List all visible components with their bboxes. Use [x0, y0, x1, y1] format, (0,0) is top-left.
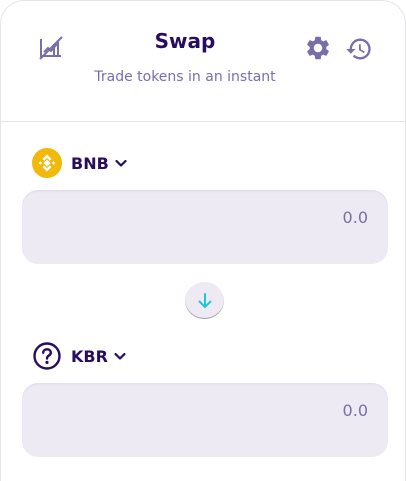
- arrow-down-icon: [198, 292, 211, 308]
- from-token-symbol: BNB: [71, 153, 109, 173]
- to-token-selector[interactable]: KBR: [32, 341, 127, 371]
- to-amount-box: [22, 383, 388, 457]
- page-subtitle: Trade tokens in an instant: [94, 69, 276, 85]
- settings-button[interactable]: [304, 34, 332, 62]
- to-token-symbol: KBR: [71, 346, 108, 366]
- from-amount-input[interactable]: [68, 208, 368, 227]
- chevron-down-icon: [115, 159, 127, 167]
- swap-card: Swap Trade tokens in an instant BNB 0.0 …: [0, 0, 406, 481]
- history-icon: [346, 38, 371, 60]
- from-token-selector[interactable]: BNB: [32, 148, 128, 178]
- gear-icon: [307, 36, 329, 60]
- swap-header: Swap Trade tokens in an instant: [1, 1, 405, 122]
- unknown-token-icon: [33, 342, 61, 370]
- history-button[interactable]: [345, 35, 373, 63]
- switch-tokens-button[interactable]: [185, 282, 224, 319]
- bnb-logo-icon: [32, 148, 62, 178]
- chevron-down-icon: [114, 352, 126, 360]
- from-amount-box: [22, 190, 388, 264]
- to-amount-input[interactable]: [68, 401, 368, 420]
